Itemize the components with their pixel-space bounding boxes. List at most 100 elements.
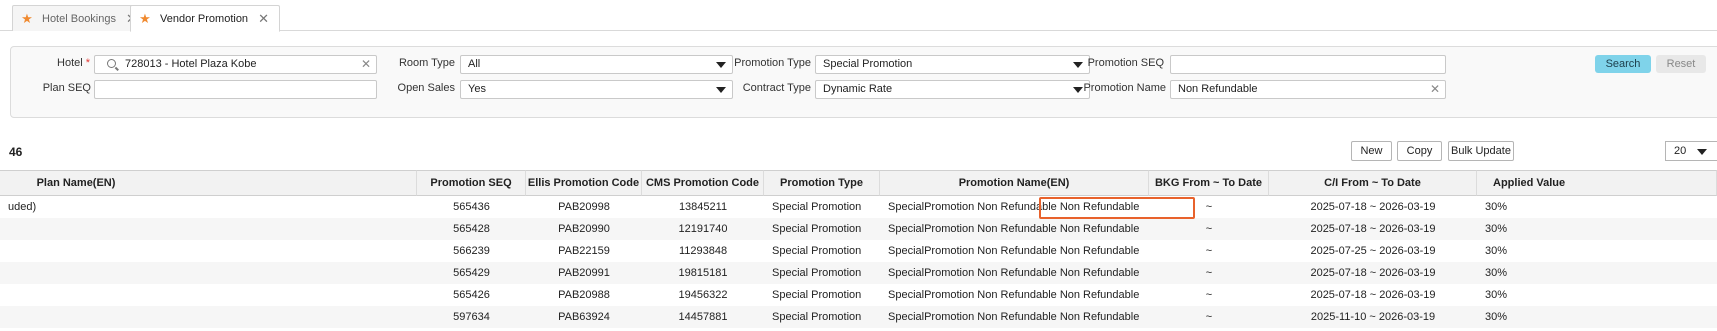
promotion-name-value: Non Refundable <box>1178 83 1258 95</box>
cell-promotion-name: SpecialPromotion Non Refundable Non Refu… <box>888 223 1140 235</box>
cell-applied-value: 30% <box>1485 267 1508 279</box>
cell-cms-code: 11293848 <box>678 245 728 257</box>
col-header-ci-dates[interactable]: C/I From ~ To Date <box>1269 170 1477 196</box>
table-row[interactable]: 565429 PAB20991 19815181 Special Promotion S… <box>0 262 1717 284</box>
highlight-box <box>1039 197 1195 219</box>
tab-bar: ★ Hotel Bookings ✕ ★ Vendor Promotion ✕ <box>0 0 1717 32</box>
promotion-type-label: Promotion Type <box>734 57 811 69</box>
chevron-down-icon <box>1073 87 1083 93</box>
col-header-promotion-type[interactable]: Promotion Type <box>764 170 880 196</box>
cell-ellis-code: PAB22159 <box>558 245 610 257</box>
cell-promotion-seq: 597634 <box>453 311 490 323</box>
tab-label: Hotel Bookings <box>42 12 116 25</box>
cell-ci-dates: 2025-07-18 ~ 2026-03-19 <box>1310 223 1436 235</box>
page-size-select[interactable]: 20 <box>1665 141 1717 161</box>
cell-promotion-name: SpecialPromotion Non Refundable Non Refu… <box>888 289 1140 301</box>
cell-ellis-code: PAB20991 <box>558 267 610 279</box>
close-icon[interactable]: ✕ <box>258 11 269 27</box>
room-type-value: All <box>468 58 481 70</box>
table-row[interactable]: uded) 565436 PAB20998 13845211 Special Promo… <box>0 196 1717 218</box>
promotion-seq-input[interactable] <box>1170 55 1446 74</box>
col-header-promotion-seq[interactable]: Promotion SEQ <box>417 170 526 196</box>
cell-promotion-name: SpecialPromotion Non Refundable Non Refu… <box>888 245 1140 257</box>
search-button[interactable]: Search <box>1595 55 1651 73</box>
cell-promotion-seq: 566239 <box>453 245 490 257</box>
cell-ellis-code: PAB20990 <box>558 223 610 235</box>
cell-ci-dates: 2025-07-18 ~ 2026-03-19 <box>1310 201 1436 213</box>
col-header-promotion-name[interactable]: Promotion Name(EN) <box>880 170 1149 196</box>
cell-bkg-dates: ~ <box>1205 267 1213 279</box>
open-sales-value: Yes <box>468 83 486 95</box>
clear-icon[interactable]: ✕ <box>361 56 371 73</box>
cell-cms-code: 19815181 <box>678 267 728 279</box>
table-row[interactable]: 565428 PAB20990 12191740 Special Promotion S… <box>0 218 1717 240</box>
table-row[interactable]: 565426 PAB20988 19456322 Special Promotion S… <box>0 284 1717 306</box>
cell-promotion-type: Special Promotion <box>772 311 862 323</box>
col-header-ellis-code[interactable]: Ellis Promotion Code <box>526 170 642 196</box>
contract-type-label: Contract Type <box>742 82 811 94</box>
cell-cms-code: 14457881 <box>678 311 728 323</box>
open-sales-label: Open Sales <box>397 82 455 94</box>
cell-plan-name <box>8 262 408 284</box>
hotel-value: 728013 - Hotel Plaza Kobe <box>125 58 257 70</box>
col-header-plan-name[interactable]: Plan Name(EN) <box>0 170 417 196</box>
promotion-name-label: Promotion Name <box>1083 82 1166 94</box>
cell-promotion-seq: 565429 <box>453 267 490 279</box>
cell-promotion-type: Special Promotion <box>772 201 862 213</box>
reset-button[interactable]: Reset <box>1656 55 1706 73</box>
cell-applied-value: 30% <box>1485 311 1508 323</box>
table-row[interactable]: 566239 PAB22159 11293848 Special Promotion S… <box>0 240 1717 262</box>
promotion-type-select[interactable]: Special Promotion <box>815 55 1090 74</box>
cell-promotion-seq: 565426 <box>453 289 490 301</box>
contract-type-select[interactable]: Dynamic Rate <box>815 80 1090 99</box>
new-button[interactable]: New <box>1351 141 1392 161</box>
cell-cms-code: 12191740 <box>678 223 728 235</box>
room-type-select[interactable]: All <box>460 55 733 74</box>
tab-hotel-bookings[interactable]: ★ Hotel Bookings ✕ <box>12 5 148 31</box>
cell-promotion-seq: 565436 <box>453 201 490 213</box>
cell-applied-value: 30% <box>1485 289 1508 301</box>
col-header-applied-value[interactable]: Applied Value <box>1477 170 1717 196</box>
cell-applied-value: 30% <box>1485 201 1508 213</box>
chevron-down-icon <box>716 87 726 93</box>
clear-icon[interactable]: ✕ <box>1430 81 1440 98</box>
plan-seq-input[interactable] <box>94 80 377 99</box>
search-icon <box>107 59 116 68</box>
cell-promotion-name: SpecialPromotion Non Refundable Non Refu… <box>888 267 1140 279</box>
chevron-down-icon <box>716 62 726 68</box>
star-icon: ★ <box>139 10 151 26</box>
col-header-bkg-dates[interactable]: BKG From ~ To Date <box>1149 170 1269 196</box>
bulk-update-button[interactable]: Bulk Update <box>1448 141 1514 161</box>
cell-promotion-type: Special Promotion <box>772 245 862 257</box>
promotion-name-input[interactable]: Non Refundable ✕ <box>1170 80 1446 99</box>
contract-type-value: Dynamic Rate <box>823 83 893 95</box>
star-icon: ★ <box>21 10 33 26</box>
col-header-cms-code[interactable]: CMS Promotion Code <box>642 170 764 196</box>
copy-button[interactable]: Copy <box>1397 141 1442 161</box>
room-type-label: Room Type <box>398 57 455 69</box>
open-sales-select[interactable]: Yes <box>460 80 733 99</box>
cell-plan-name <box>8 218 408 240</box>
tab-vendor-promotion[interactable]: ★ Vendor Promotion ✕ <box>130 5 280 32</box>
cell-plan-name <box>8 240 408 262</box>
page-size-value: 20 <box>1674 145 1687 157</box>
cell-ellis-code: PAB20998 <box>558 201 610 213</box>
cell-plan-name: uded) <box>8 201 37 213</box>
plan-seq-label: Plan SEQ <box>42 82 91 94</box>
hotel-label: Hotel * <box>57 57 90 69</box>
promotion-seq-label: Promotion SEQ <box>1087 57 1164 69</box>
cell-plan-name <box>8 284 408 306</box>
cell-bkg-dates: ~ <box>1205 289 1213 301</box>
hotel-search-input[interactable]: 728013 - Hotel Plaza Kobe ✕ <box>94 55 377 74</box>
table-row[interactable]: 597634 PAB63924 14457881 Special Promotion S… <box>0 306 1717 328</box>
cell-ci-dates: 2025-07-18 ~ 2026-03-19 <box>1310 267 1436 279</box>
cell-promotion-type: Special Promotion <box>772 267 862 279</box>
cell-ellis-code: PAB20988 <box>558 289 610 301</box>
cell-bkg-dates: ~ <box>1205 245 1213 257</box>
result-count: 46 <box>9 145 23 159</box>
chevron-down-icon <box>1073 62 1083 68</box>
cell-ci-dates: 2025-07-25 ~ 2026-03-19 <box>1310 245 1436 257</box>
chevron-down-icon <box>1697 149 1707 155</box>
cell-ci-dates: 2025-11-10 ~ 2026-03-19 <box>1310 311 1436 323</box>
cell-applied-value: 30% <box>1485 223 1508 235</box>
